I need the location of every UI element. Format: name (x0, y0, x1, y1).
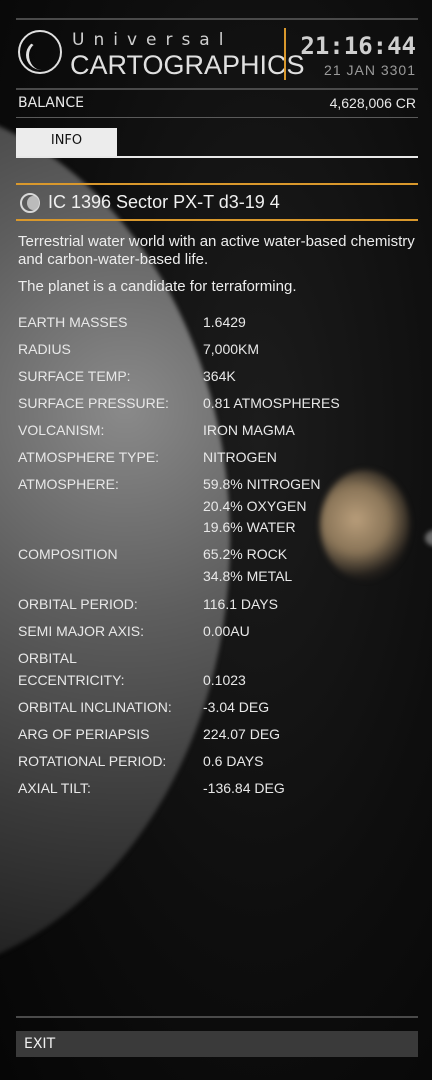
exit-label: EXIT (24, 1036, 56, 1052)
property-label: COMPOSITION (18, 546, 118, 562)
property-label: ATMOSPHERE: (18, 476, 119, 492)
property-label: SURFACE PRESSURE: (18, 395, 169, 411)
property-label: ORBITAL (18, 650, 77, 666)
property-value: -3.04 DEG (203, 699, 270, 715)
body-description: Terrestrial water world with an active w… (18, 233, 415, 268)
exit-button[interactable]: EXIT (16, 1031, 418, 1057)
property-value: 19.6% WATER (203, 519, 296, 535)
tab-info[interactable]: INFO (16, 128, 117, 156)
property-label: SURFACE TEMP: (18, 368, 131, 384)
balance-value: 4,628,006 CR (329, 95, 416, 111)
property-value: 20.4% OXYGEN (203, 498, 307, 514)
property-label: ROTATIONAL PERIOD: (18, 753, 167, 769)
property-value: 1.6429 (203, 314, 246, 330)
property-value: 116.1 DAYS (203, 596, 278, 612)
balance-row: BALANCE 4,628,006 CR (16, 92, 418, 118)
planet-icon (20, 193, 40, 213)
property-label: SEMI MAJOR AXIS: (18, 623, 145, 639)
property-label: EARTH MASSES (18, 314, 128, 330)
property-value: 59.8% NITROGEN (203, 476, 321, 492)
property-label: ORBITAL PERIOD: (18, 596, 138, 612)
property-value: 34.8% METAL (203, 568, 293, 584)
property-label: ATMOSPHERE TYPE: (18, 449, 160, 465)
property-value: 0.6 DAYS (203, 753, 264, 769)
body-name: IC 1396 Sector PX-T d3-19 4 (48, 192, 280, 212)
brand-main-text: CARTOGRAPHICS (70, 50, 305, 80)
property-value: IRON MAGMA (203, 422, 295, 438)
property-value: 7,000KM (203, 341, 260, 357)
terraform-note: The planet is a candidate for terraformi… (18, 278, 297, 295)
brand-top-text: Universal (72, 30, 233, 50)
clock-date: 21 JAN 3301 (324, 62, 416, 78)
header-divider (284, 28, 286, 80)
property-value: 0.81 ATMOSPHERES (203, 395, 340, 411)
property-value: 0.00AU (203, 623, 250, 639)
property-label: VOLCANISM: (18, 422, 105, 438)
header: Universal CARTOGRAPHICS 21:16:44 21 JAN … (16, 18, 418, 90)
property-value: NITROGEN (203, 449, 277, 465)
property-value: 224.07 DEG (203, 726, 281, 742)
footer-divider (16, 1016, 418, 1018)
property-label: RADIUS (18, 341, 71, 357)
balance-label: BALANCE (18, 95, 84, 111)
property-value: 65.2% ROCK (203, 546, 288, 562)
property-label: ORBITAL INCLINATION: (18, 699, 172, 715)
property-value: 364K (203, 368, 236, 384)
body-title-bar: IC 1396 Sector PX-T d3-19 4 (16, 183, 418, 221)
clock-time: 21:16:44 (300, 32, 416, 60)
property-label: AXIAL TILT: (18, 780, 91, 796)
tab-bar: INFO (16, 128, 418, 158)
property-value: 0.1023 (203, 672, 246, 688)
property-label: ECCENTRICITY: (18, 672, 125, 688)
property-value: -136.84 DEG (203, 780, 285, 796)
property-label: ARG OF PERIAPSIS (18, 726, 150, 742)
universal-cartographics-logo-icon (18, 30, 62, 74)
cartographics-panel: Universal CARTOGRAPHICS 21:16:44 21 JAN … (0, 0, 432, 1080)
